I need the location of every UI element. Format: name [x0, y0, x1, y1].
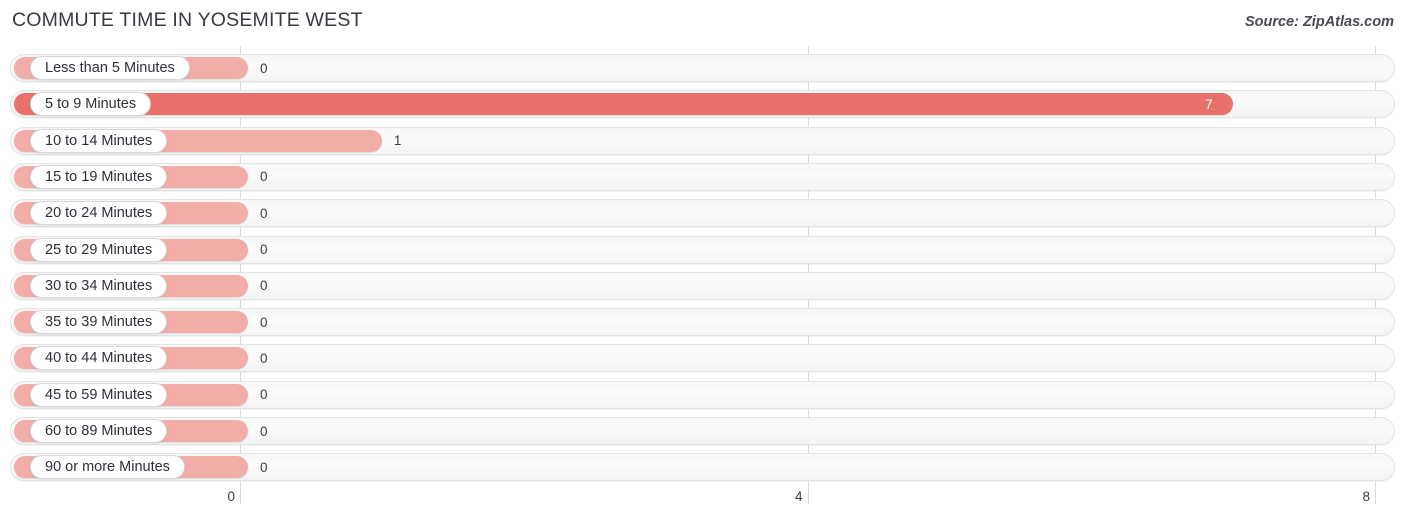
page-title: COMMUTE TIME IN YOSEMITE WEST	[12, 9, 363, 31]
bar-value-label: 0	[260, 314, 268, 330]
bar-category-text: 10 to 14 Minutes	[45, 132, 153, 149]
bar-value-label: 1	[393, 133, 402, 149]
bar-row[interactable]: Less than 5 Minutes 0	[10, 54, 1395, 82]
bar-category-text: 5 to 9 Minutes	[45, 96, 137, 113]
bar-category-label: 25 to 29 Minutes	[30, 237, 168, 262]
x-axis: 0 4 8	[0, 486, 1406, 522]
bar-value-label: 0	[260, 350, 268, 366]
bar-category-label: 40 to 44 Minutes	[30, 346, 168, 371]
plot-area: Less than 5 Minutes 0 5 to 9 Minutes 7 10 to…	[0, 46, 1406, 486]
bar-row[interactable]: 35 to 39 Minutes 0	[10, 308, 1395, 337]
bar-category-text: 20 to 24 Minutes	[45, 205, 153, 222]
bar-category-label: 10 to 14 Minutes	[30, 128, 168, 153]
axis-tick-line	[807, 486, 809, 504]
bar-row[interactable]: 60 to 89 Minutes 0	[10, 417, 1395, 445]
bar-category-text: Less than 5 Minutes	[45, 60, 175, 76]
axis-tick-label: 0	[227, 489, 235, 504]
bar-category-text: 60 to 89 Minutes	[45, 423, 153, 439]
bar-category-text: 90 or more Minutes	[45, 459, 170, 476]
axis-tick-line	[240, 486, 241, 504]
bar-category-text: 15 to 19 Minutes	[45, 168, 153, 185]
source-attribution: Source: ZipAtlas.com	[1244, 14, 1394, 30]
bar-category-label: 45 to 59 Minutes	[30, 382, 168, 407]
bar-value-label: 0	[260, 423, 268, 439]
bar-category-text: 45 to 59 Minutes	[45, 386, 153, 403]
bar-category-label: 20 to 24 Minutes	[30, 201, 168, 226]
bar-category-label: Less than 5 Minutes	[30, 56, 190, 80]
bar-row[interactable]: 45 to 59 Minutes 0	[10, 380, 1395, 409]
bar-category-label: 60 to 89 Minutes	[30, 419, 168, 443]
bar-value-label: 0	[260, 60, 268, 76]
bar-category-text: 35 to 39 Minutes	[45, 314, 153, 331]
bar-row[interactable]: 10 to 14 Minutes 1	[10, 126, 1395, 155]
bar-category-label: 90 or more Minutes	[30, 455, 185, 480]
bar-value-label: 7	[1205, 96, 1213, 112]
bar-value-label: 0	[260, 387, 268, 403]
bar-category-label: 15 to 19 Minutes	[30, 164, 168, 189]
bar-value-label: 0	[260, 242, 268, 257]
axis-tick-label: 8	[1362, 489, 1370, 504]
bar-value-label: 0	[260, 205, 268, 221]
bar-row[interactable]: 30 to 34 Minutes 0	[10, 271, 1395, 300]
bar-category-text: 40 to 44 Minutes	[45, 350, 153, 367]
bar-category-text: 30 to 34 Minutes	[45, 277, 153, 294]
axis-tick-label: 4	[794, 489, 803, 504]
axis-tick-line	[1375, 486, 1376, 504]
bar-category-label: 5 to 9 Minutes	[30, 92, 152, 117]
bar-row[interactable]: 5 to 9 Minutes 7	[10, 90, 1395, 119]
bar-fill	[14, 93, 1234, 116]
bar-category-label: 30 to 34 Minutes	[30, 273, 168, 298]
bar-value-label: 0	[260, 169, 268, 185]
bar-row[interactable]: 40 to 44 Minutes 0	[10, 344, 1395, 373]
bar-value-label: 0	[260, 459, 268, 475]
bar-category-text: 25 to 29 Minutes	[45, 241, 153, 258]
bar-row[interactable]: 25 to 29 Minutes 0	[10, 235, 1395, 264]
bar-row[interactable]: 20 to 24 Minutes 0	[10, 199, 1395, 228]
bar-value-label: 0	[260, 278, 268, 294]
bar-row[interactable]: 90 or more Minutes 0	[10, 453, 1395, 482]
bar-row[interactable]: 15 to 19 Minutes 0	[10, 162, 1395, 191]
bar-category-label: 35 to 39 Minutes	[30, 310, 168, 335]
